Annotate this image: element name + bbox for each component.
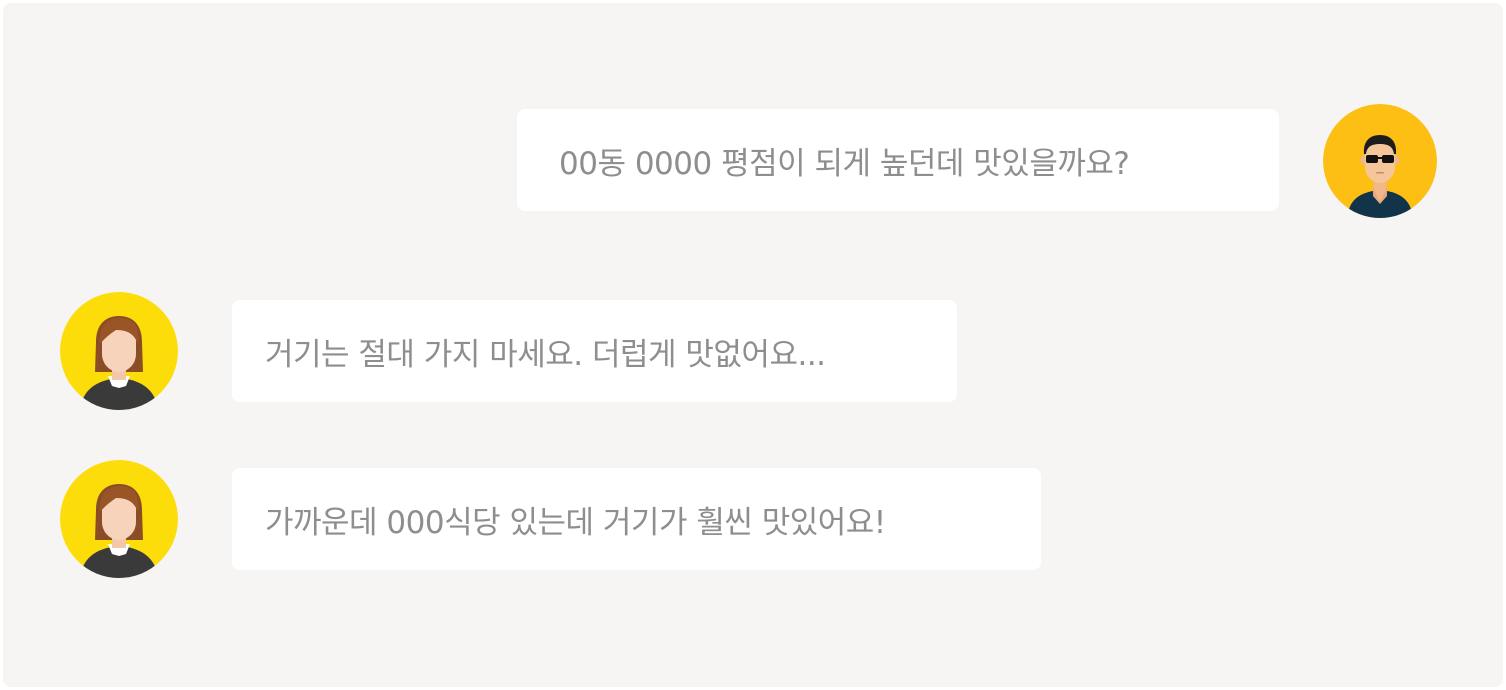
message-bubble-incoming: 가까운데 000식당 있는데 거기가 훨씬 맛있어요! bbox=[232, 468, 1041, 570]
woman-avatar-icon bbox=[60, 460, 178, 578]
man-avatar-icon bbox=[1323, 104, 1437, 218]
message-text: 가까운데 000식당 있는데 거기가 훨씬 맛있어요! bbox=[265, 504, 886, 541]
message-bubble-incoming: 거기는 절대 가지 마세요. 더럽게 맛없어요... bbox=[232, 300, 957, 402]
woman-avatar-icon bbox=[60, 292, 178, 410]
message-text: 거기는 절대 가지 마세요. 더럽게 맛없어요... bbox=[265, 336, 826, 373]
message-bubble-outgoing: 00동 0000 평점이 되게 높던데 맛있을까요? bbox=[517, 109, 1279, 211]
message-text: 00동 0000 평점이 되게 높던데 맛있을까요? bbox=[559, 145, 1130, 182]
chat-panel: 00동 0000 평점이 되게 높던데 맛있을까요? 거기는 절대 가지 마세요… bbox=[3, 3, 1503, 687]
